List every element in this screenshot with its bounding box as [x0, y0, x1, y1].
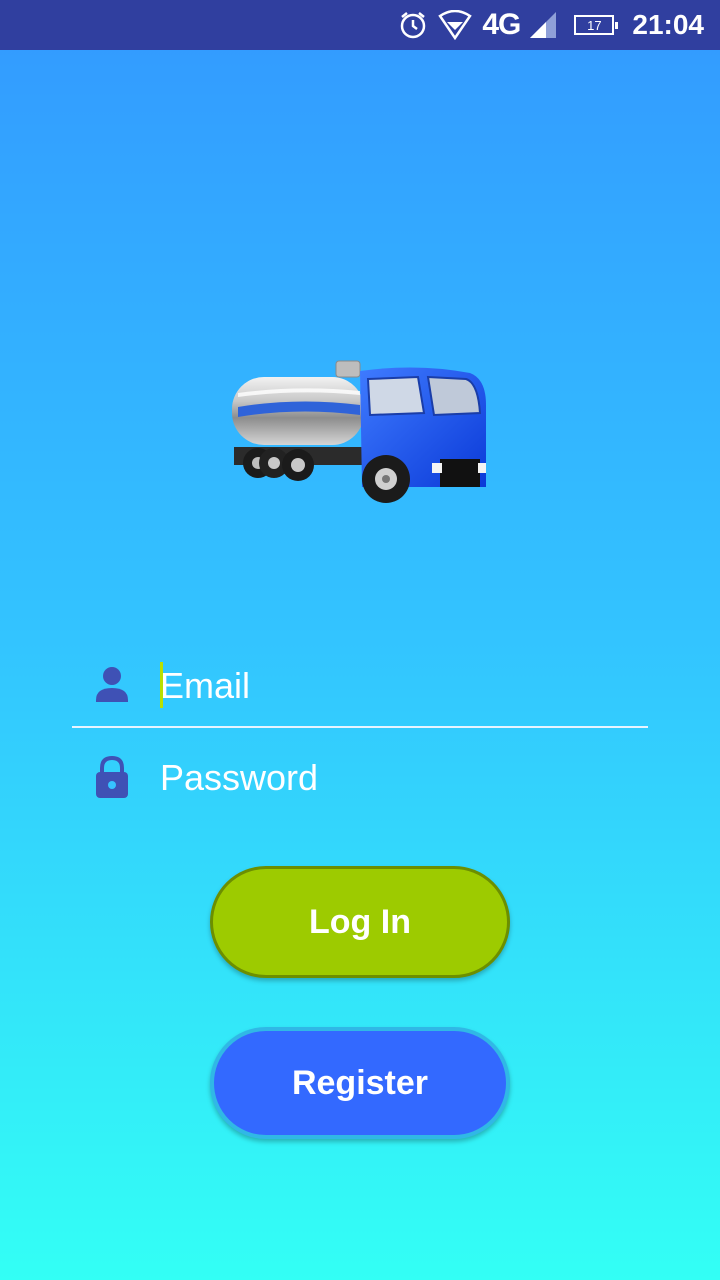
lock-icon [94, 755, 130, 800]
clock: 21:04 [632, 9, 704, 40]
email-input[interactable] [160, 656, 630, 716]
battery-icon: 17 [574, 15, 619, 35]
register-button-label: Register [291, 1063, 429, 1102]
email-field [72, 646, 648, 728]
text-cursor [160, 662, 163, 708]
register-button[interactable]: Register [210, 1027, 510, 1139]
login-button-label: Log In [309, 902, 411, 941]
person-icon [94, 664, 130, 708]
wifi-icon [438, 10, 473, 40]
password-input[interactable] [160, 748, 630, 808]
status-bar: 4G 17 21:04 [0, 0, 720, 50]
battery-level: 17 [587, 17, 602, 33]
login-button[interactable]: Log In [210, 866, 510, 978]
password-field [72, 738, 648, 818]
tanker-truck-icon [228, 355, 490, 515]
alarm-icon [398, 10, 428, 40]
network-type: 4G [482, 8, 521, 41]
signal-icon [530, 12, 557, 38]
